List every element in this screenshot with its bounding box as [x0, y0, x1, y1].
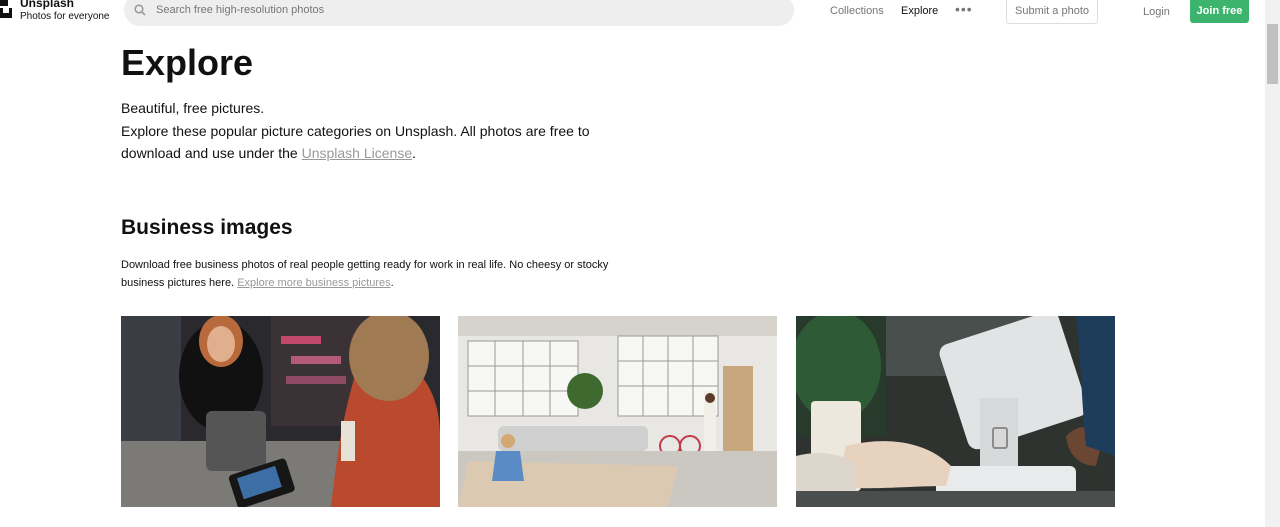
vertical-scrollbar[interactable] [1265, 0, 1280, 527]
search-icon [134, 4, 146, 16]
business-photo-1[interactable] [121, 316, 440, 507]
explore-business-link[interactable]: Explore more business pictures [237, 277, 390, 289]
page-title: Explore [121, 42, 254, 83]
unsplash-logo-icon[interactable] [0, 0, 12, 20]
intro-text: Beautiful, free pictures. Explore these … [121, 97, 601, 165]
scrollbar-thumb[interactable] [1267, 24, 1278, 84]
section-desc-period: . [390, 277, 394, 289]
brand-tagline: Photos for everyone [20, 11, 110, 22]
section-description: Download free business photos of real pe… [121, 256, 611, 292]
brand-name: Unsplash [20, 0, 75, 10]
top-nav: Unsplash Photos for everyone Collections… [0, 0, 1265, 28]
intro-line-1: Beautiful, free pictures. [121, 100, 265, 116]
join-free-button[interactable]: Join free [1190, 0, 1249, 23]
login-link[interactable]: Login [1143, 6, 1170, 18]
photo-tablet-pos [796, 316, 1115, 507]
submit-photo-button[interactable]: Submit a photo [1006, 0, 1098, 24]
search-input[interactable] [156, 2, 756, 18]
intro-period: . [412, 145, 416, 161]
more-icon[interactable]: ••• [955, 1, 973, 17]
section-title: Business images [121, 216, 293, 239]
license-link[interactable]: Unsplash License [302, 145, 413, 161]
brand[interactable]: Unsplash Photos for everyone [20, 0, 110, 23]
nav-collections[interactable]: Collections [830, 5, 884, 17]
business-photo-2[interactable] [458, 316, 777, 507]
nav-explore[interactable]: Explore [901, 5, 938, 17]
search-bar[interactable] [124, 0, 794, 26]
photo-payment-counter [121, 316, 440, 507]
intro-line-2: Explore these popular picture categories… [121, 120, 601, 165]
photo-open-office [458, 316, 777, 507]
business-photo-3[interactable] [796, 316, 1115, 507]
